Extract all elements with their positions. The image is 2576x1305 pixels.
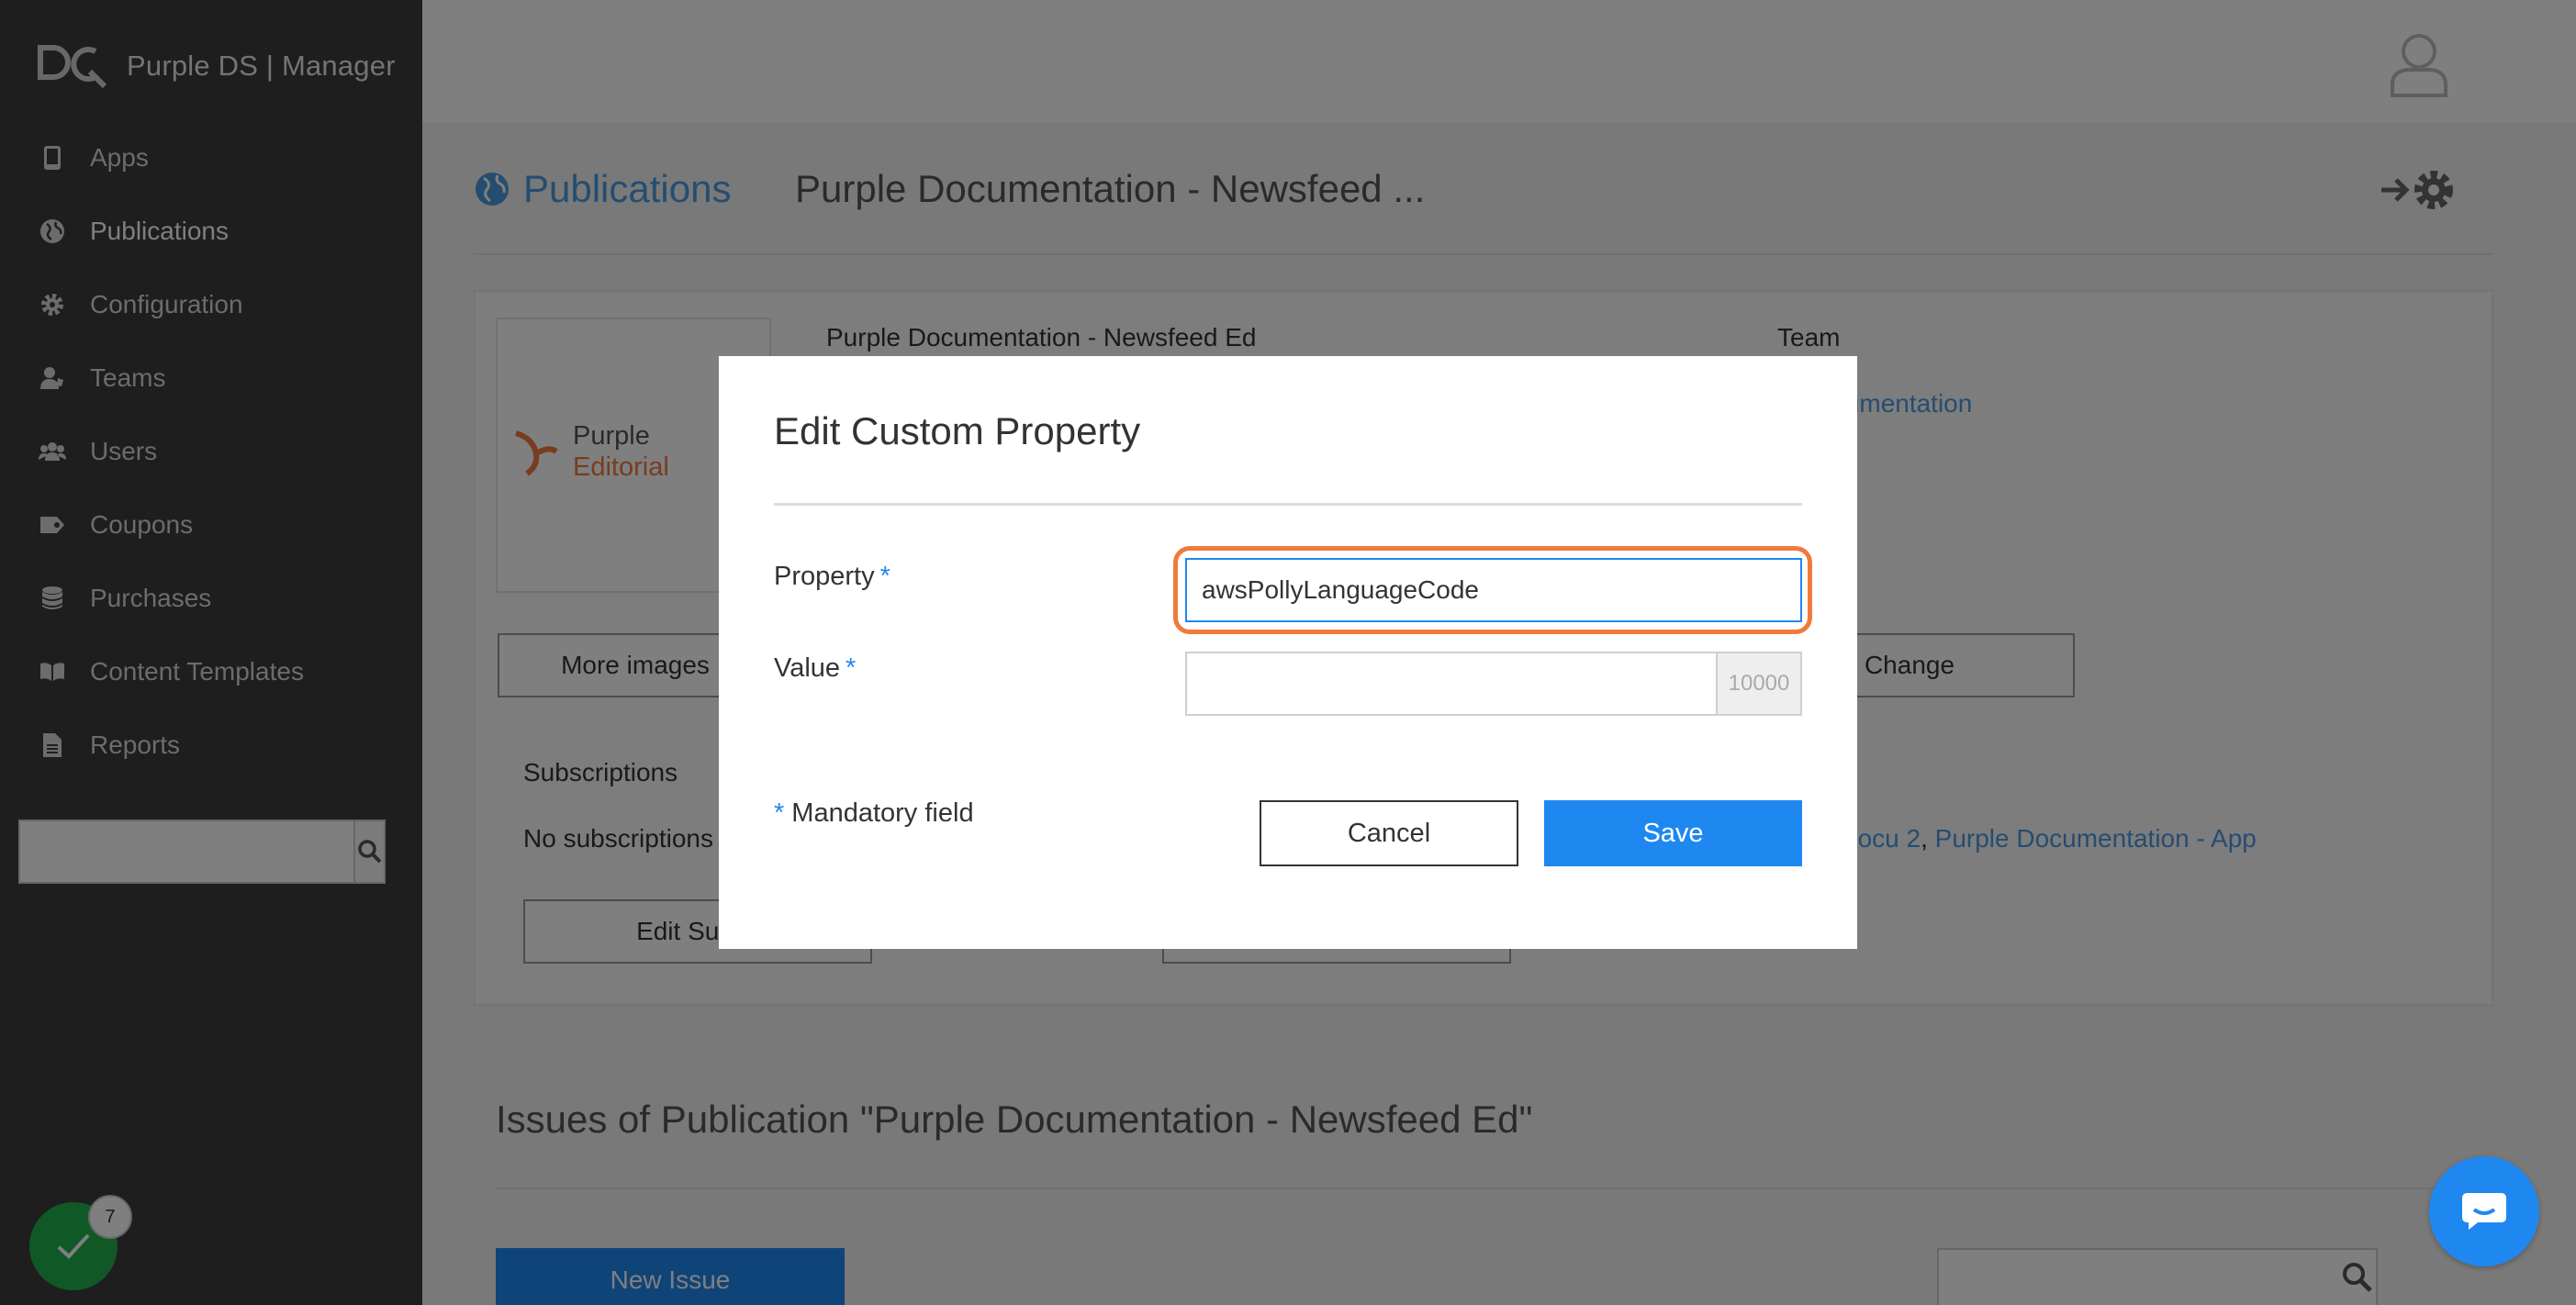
value-field: 10000 [1185, 652, 1802, 716]
dialog-title: Edit Custom Property [774, 409, 1141, 452]
chat-bubble-icon [2462, 1193, 2506, 1230]
cancel-button[interactable]: Cancel [1260, 800, 1518, 866]
property-input[interactable] [1185, 558, 1802, 622]
property-label: Property * [774, 562, 890, 592]
required-marker: * [774, 798, 785, 828]
character-counter: 10000 [1718, 652, 1802, 716]
value-label-text: Value [774, 653, 841, 683]
dialog-divider [774, 503, 1802, 506]
mandatory-note: * Mandatory field [774, 798, 974, 829]
mandatory-note-text: Mandatory field [791, 798, 974, 828]
value-input[interactable] [1185, 652, 1718, 716]
edit-custom-property-dialog: Edit Custom Property Property* Value* 10… [719, 356, 1857, 949]
value-label: Value * [774, 653, 856, 684]
property-label-text: Property [774, 562, 875, 591]
save-button[interactable]: Save [1544, 800, 1802, 866]
required-marker: * [879, 562, 890, 591]
chat-widget-button[interactable] [2429, 1156, 2539, 1266]
required-marker: * [846, 653, 857, 683]
